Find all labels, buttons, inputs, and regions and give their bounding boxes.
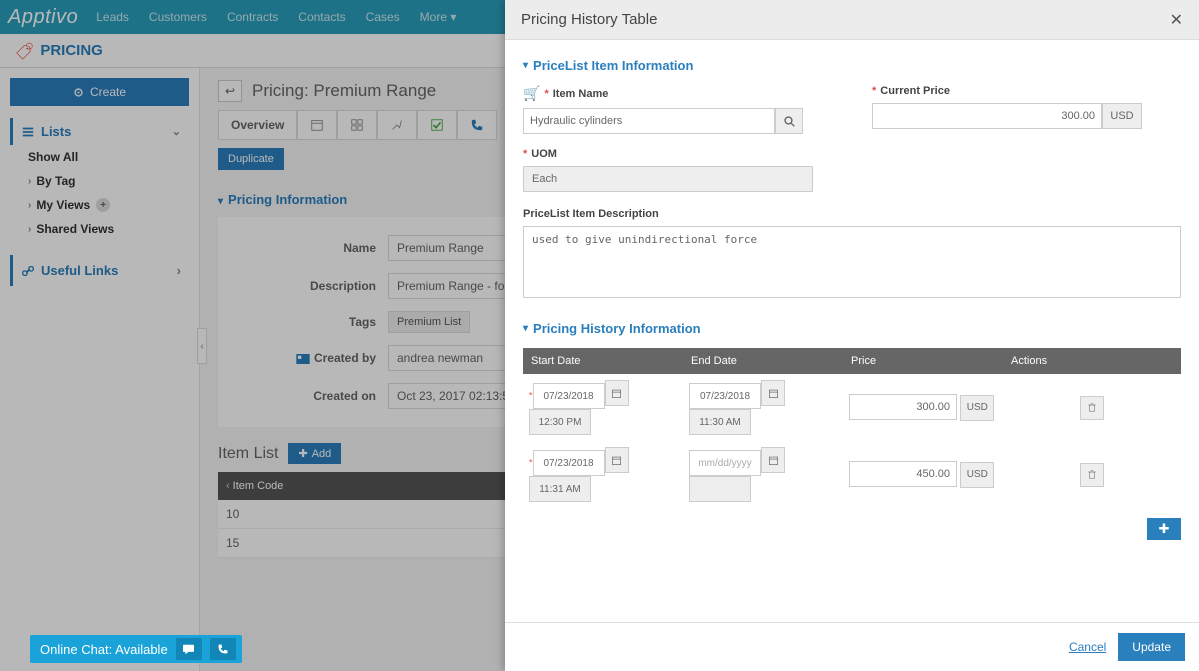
cart-icon: 🛒 [523,85,540,102]
chat-icon [182,644,195,655]
update-button[interactable]: Update [1118,633,1185,661]
chat-call-button[interactable] [210,638,236,660]
currency-badge: USD [960,395,994,421]
chat-status: Online Chat: Available [40,642,168,657]
chat-message-button[interactable] [176,638,202,660]
calendar-icon [768,455,779,466]
end-date-input[interactable] [689,383,761,409]
label-current-price: Current Price [880,85,950,97]
trash-icon [1087,402,1097,413]
current-price-input[interactable] [872,103,1102,129]
history-row: * USD [523,374,1181,441]
label-item-name: Item Name [553,88,609,100]
start-time-input[interactable] [529,476,591,502]
cancel-button[interactable]: Cancel [1069,640,1106,654]
end-date-input[interactable] [689,450,761,476]
delete-row-button[interactable] [1080,463,1104,487]
label-description: PriceList Item Description [523,208,659,220]
end-time-input[interactable] [689,409,751,435]
history-row: * USD [523,441,1181,508]
modal-footer: Cancel Update [505,622,1199,671]
col-end-date: End Date [683,348,843,374]
item-lookup-button[interactable] [775,108,803,134]
uom-value: Each [523,166,813,192]
col-start-date: Start Date [523,348,683,374]
section-pricelist-item[interactable]: PriceList Item Information [523,58,1181,73]
calendar-icon [611,388,622,399]
section-pricing-history[interactable]: Pricing History Information [523,321,1181,336]
price-input[interactable] [849,461,957,487]
add-history-row-button[interactable]: ✚ [1147,518,1181,540]
date-picker-button[interactable] [761,447,785,473]
calendar-icon [768,388,779,399]
date-picker-button[interactable] [605,447,629,473]
search-icon [784,116,795,127]
pricing-history-table: Start Date End Date Price Actions * USD … [523,348,1181,508]
currency-badge: USD [960,462,994,488]
col-price: Price [843,348,1003,374]
label-uom: UOM [531,148,557,160]
date-picker-button[interactable] [605,380,629,406]
description-textarea[interactable] [523,226,1181,298]
close-button[interactable]: ✕ [1170,10,1183,30]
date-picker-button[interactable] [761,380,785,406]
calendar-icon [611,455,622,466]
item-name-input[interactable] [523,108,775,134]
phone-icon [217,643,229,655]
col-actions: Actions [1003,348,1181,374]
chat-widget[interactable]: Online Chat: Available [30,635,242,663]
delete-row-button[interactable] [1080,396,1104,420]
trash-icon [1087,469,1097,480]
start-date-input[interactable] [533,450,605,476]
currency-label: USD [1102,103,1142,129]
modal-title: Pricing History Table [521,11,657,28]
price-input[interactable] [849,394,957,420]
start-time-input[interactable] [529,409,591,435]
end-time-input[interactable] [689,476,751,502]
modal-header: Pricing History Table ✕ [505,0,1199,40]
start-date-input[interactable] [533,383,605,409]
pricing-history-modal: Pricing History Table ✕ PriceList Item I… [505,0,1199,671]
